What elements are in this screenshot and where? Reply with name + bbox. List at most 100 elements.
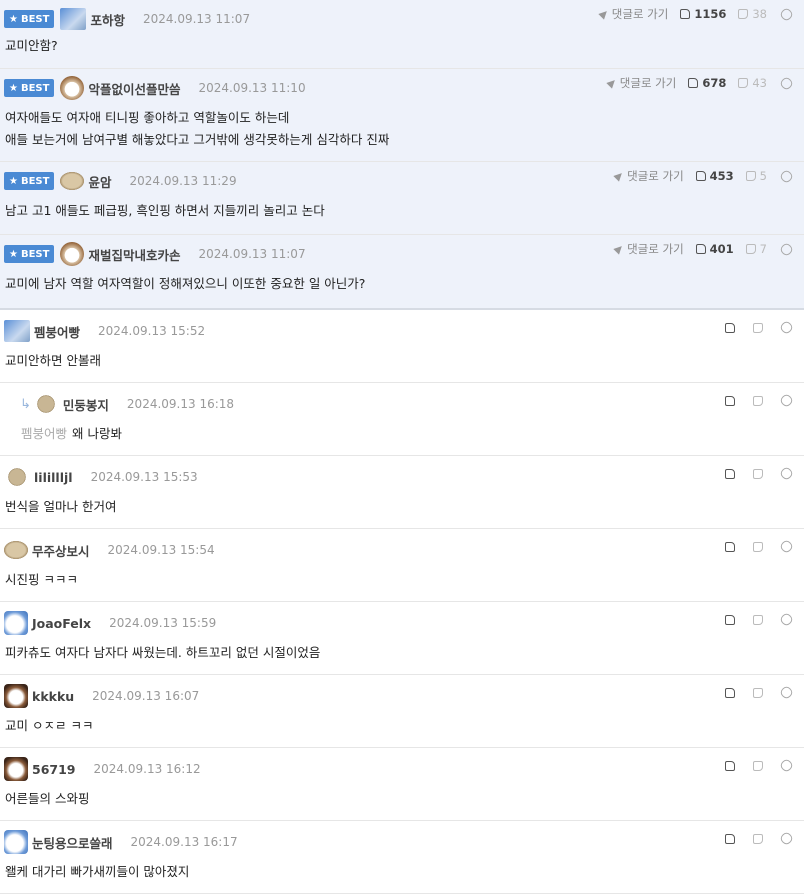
thumb-up-icon[interactable] bbox=[725, 687, 735, 698]
avatar[interactable] bbox=[60, 242, 85, 266]
location-arrow-icon bbox=[613, 243, 625, 255]
comment-text: 남고 고1 애들도 페급핑, 흑인핑 하면서 지들끼리 놀리고 논다 bbox=[5, 203, 325, 218]
thumb-up-icon[interactable] bbox=[725, 395, 735, 406]
avatar[interactable] bbox=[60, 8, 87, 30]
thumb-down-icon bbox=[745, 244, 756, 254]
link-icon[interactable] bbox=[778, 830, 795, 847]
best-comment: ★ BEST 악플없이선플만씀 2024.09.13 11:10 댓글로 가기 6… bbox=[0, 69, 804, 162]
comment: lilillljl 2024.09.13 15:53 번식을 얼마나 한거여 bbox=[0, 456, 804, 529]
avatar[interactable] bbox=[60, 172, 85, 190]
link-icon[interactable] bbox=[778, 392, 795, 409]
link-icon[interactable] bbox=[778, 241, 795, 257]
star-icon: ★ bbox=[9, 13, 18, 25]
comment-text: 어른들의 스와핑 bbox=[5, 791, 90, 806]
upvote-button[interactable]: 401 bbox=[695, 242, 734, 256]
star-icon: ★ bbox=[9, 82, 18, 94]
downvote-button[interactable]: 5 bbox=[745, 169, 767, 183]
downvote-button[interactable]: 7 bbox=[745, 242, 767, 256]
link-icon[interactable] bbox=[778, 319, 795, 336]
link-icon[interactable] bbox=[778, 538, 795, 555]
comment-text: 펨붕어빵 왜 나랑봐 bbox=[21, 426, 122, 441]
link-icon[interactable] bbox=[778, 168, 795, 184]
thumb-down-icon[interactable] bbox=[753, 395, 763, 406]
avatar[interactable] bbox=[4, 830, 28, 854]
comment-date: 2024.09.13 16:18 bbox=[126, 397, 235, 411]
comment-author[interactable]: 재벌집막내호카손 bbox=[88, 245, 180, 264]
comment-date: 2024.09.13 11:29 bbox=[129, 174, 237, 188]
comment-text: 번식을 얼마나 한거여 bbox=[5, 499, 117, 514]
thumb-down-icon[interactable] bbox=[753, 687, 763, 698]
best-comment: ★ BEST 재벌집막내호카손 2024.09.13 11:07 댓글로 가기 4… bbox=[0, 235, 804, 310]
thumb-up-icon[interactable] bbox=[725, 322, 735, 333]
thumb-up-icon[interactable] bbox=[725, 541, 735, 552]
comment-date: 2024.09.13 16:17 bbox=[130, 835, 238, 849]
avatar[interactable] bbox=[4, 684, 28, 708]
comment-text: 교미 ㅇㅈㄹ ㅋㅋ bbox=[5, 718, 94, 733]
comment-author[interactable]: 민둥봉지 bbox=[63, 395, 109, 414]
link-icon[interactable] bbox=[778, 75, 795, 91]
link-icon[interactable] bbox=[778, 757, 795, 774]
avatar[interactable] bbox=[4, 757, 28, 781]
avatar[interactable] bbox=[36, 395, 55, 413]
link-icon[interactable] bbox=[778, 611, 795, 628]
reply-arrow-icon: ↳ bbox=[20, 396, 31, 412]
comment-author[interactable]: 56719 bbox=[32, 762, 76, 777]
avatar[interactable] bbox=[60, 76, 85, 100]
mention[interactable]: 펨붕어빵 bbox=[21, 426, 67, 441]
upvote-button[interactable]: 453 bbox=[695, 169, 734, 183]
avatar[interactable] bbox=[4, 541, 28, 559]
downvote-button[interactable]: 43 bbox=[738, 76, 767, 90]
thumb-down-icon[interactable] bbox=[753, 760, 763, 771]
avatar[interactable] bbox=[4, 611, 28, 635]
thumb-down-icon[interactable] bbox=[753, 541, 763, 552]
goto-comment-link[interactable]: 댓글로 가기 bbox=[598, 6, 668, 22]
comment-author[interactable]: 포하항 bbox=[90, 10, 125, 29]
thumb-down-icon[interactable] bbox=[753, 468, 763, 479]
thumb-up-icon bbox=[695, 171, 706, 181]
comment-text: 교미안함? bbox=[5, 38, 58, 53]
comment-author[interactable]: 펨붕어빵 bbox=[34, 322, 80, 341]
avatar[interactable] bbox=[8, 468, 26, 486]
thumb-down-icon[interactable] bbox=[753, 614, 763, 625]
best-comment: ★ BEST 윤암 2024.09.13 11:29 댓글로 가기 453 5 남… bbox=[0, 162, 804, 235]
link-icon[interactable] bbox=[778, 6, 795, 22]
comment: 56719 2024.09.13 16:12 어른들의 스와핑 bbox=[0, 748, 804, 821]
thumb-down-icon[interactable] bbox=[753, 322, 763, 333]
comment-author[interactable]: 윤암 bbox=[88, 172, 111, 191]
goto-comment-link[interactable]: 댓글로 가기 bbox=[613, 241, 684, 257]
link-icon[interactable] bbox=[778, 684, 795, 701]
thumb-up-icon bbox=[695, 244, 706, 254]
thumb-down-icon[interactable] bbox=[753, 833, 763, 844]
thumb-up-icon[interactable] bbox=[725, 468, 735, 479]
thumb-up-icon[interactable] bbox=[725, 760, 735, 771]
comment: 눈팅용으로쓸래 2024.09.13 16:17 왤케 대가리 빠가새끼들이 많… bbox=[0, 821, 804, 894]
comment-text: 교미에 남자 역할 여자역할이 정해져있으니 이또한 중요한 일 아닌가? bbox=[5, 276, 366, 291]
thumb-up-icon[interactable] bbox=[725, 614, 735, 625]
downvote-button[interactable]: 38 bbox=[738, 7, 767, 21]
comment-author[interactable]: 눈팅용으로쓸래 bbox=[32, 833, 113, 852]
goto-comment-link[interactable]: 댓글로 가기 bbox=[613, 168, 684, 184]
comment-author[interactable]: 악플없이선플만씀 bbox=[88, 79, 180, 98]
link-icon[interactable] bbox=[778, 465, 795, 482]
comment-author[interactable]: kkkku bbox=[32, 689, 74, 704]
avatar[interactable] bbox=[4, 320, 30, 342]
comment-date: 2024.09.13 15:59 bbox=[109, 616, 217, 630]
comment-text: 피카츄도 여자다 남자다 싸웠는데. 하트꼬리 없던 시절이었음 bbox=[5, 645, 321, 660]
thumb-up-icon bbox=[688, 78, 699, 88]
thumb-down-icon bbox=[738, 78, 749, 88]
comment-author[interactable]: JoaoFelx bbox=[32, 616, 91, 631]
comment-line: 여자애들도 여자애 티니핑 좋아하고 역할놀이도 하는데 bbox=[5, 110, 290, 125]
thumb-up-icon[interactable] bbox=[725, 833, 735, 844]
goto-comment-link[interactable]: 댓글로 가기 bbox=[606, 75, 676, 91]
comment-date: 2024.09.13 15:52 bbox=[98, 324, 206, 338]
comment-author[interactable]: 무주상보시 bbox=[32, 541, 90, 560]
comment-text: 여자애들도 여자애 티니핑 좋아하고 역할놀이도 하는데 애들 보는거에 남여구… bbox=[5, 107, 389, 151]
upvote-button[interactable]: 678 bbox=[688, 76, 726, 90]
thumb-up-icon bbox=[680, 9, 691, 19]
upvote-button[interactable]: 1156 bbox=[680, 7, 726, 21]
comment-text: 시진핑 ㅋㅋㅋ bbox=[5, 572, 78, 587]
thumb-down-icon bbox=[745, 171, 756, 181]
location-arrow-icon bbox=[613, 170, 625, 182]
comment-author[interactable]: lilillljl bbox=[34, 470, 73, 485]
comment-date: 2024.09.13 11:10 bbox=[198, 81, 306, 95]
